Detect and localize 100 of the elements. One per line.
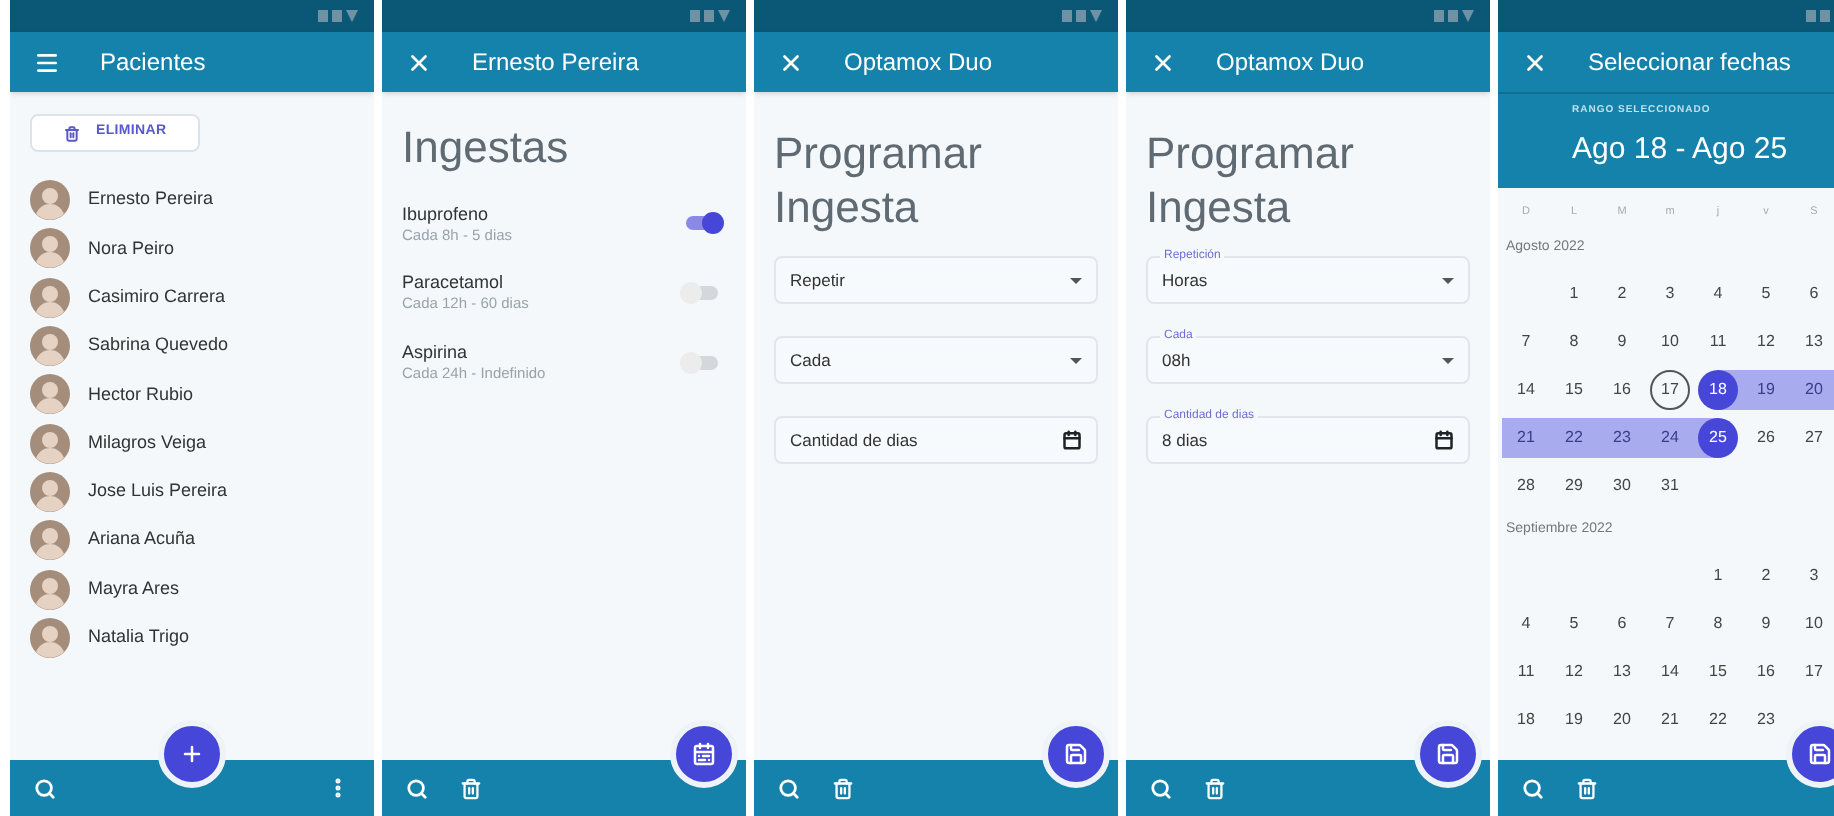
calendar-day[interactable]: 22 (1556, 420, 1592, 456)
patient-item[interactable]: Ariana Acuña (30, 520, 354, 561)
patient-item[interactable]: Ernesto Pereira (30, 180, 354, 221)
dropdown-caret-icon (1070, 357, 1082, 363)
calendar-day[interactable]: 10 (1652, 324, 1688, 360)
plus-icon (180, 742, 204, 766)
save-button[interactable] (1042, 720, 1110, 788)
calendar-day[interactable]: 1 (1556, 276, 1592, 312)
delete-button[interactable] (460, 777, 482, 799)
close-button[interactable] (778, 49, 804, 75)
calendar-day[interactable]: 22 (1700, 702, 1736, 738)
calendar-day[interactable]: 11 (1508, 654, 1544, 690)
calendar-day[interactable]: 26 (1748, 420, 1784, 456)
calendar-day[interactable]: 14 (1652, 654, 1688, 690)
calendar-day[interactable]: 23 (1748, 702, 1784, 738)
calendar-day[interactable]: 13 (1796, 324, 1832, 360)
calendar-day[interactable]: 16 (1748, 654, 1784, 690)
calendar-day[interactable]: 21 (1652, 702, 1688, 738)
delete-button[interactable] (1576, 777, 1598, 799)
avatar-icon (30, 520, 70, 561)
toggle-switch[interactable] (686, 216, 718, 231)
calendar-day[interactable]: 20 (1604, 702, 1640, 738)
calendar-day[interactable]: 17 (1650, 370, 1690, 410)
calendar-day[interactable]: 12 (1556, 654, 1592, 690)
calendar-day[interactable]: 8 (1700, 606, 1736, 642)
calendar-day[interactable]: 1 (1700, 558, 1736, 594)
search-button[interactable] (1522, 777, 1544, 799)
calendar-day[interactable]: 18 (1698, 370, 1738, 410)
calendar-day[interactable]: 4 (1508, 606, 1544, 642)
calendar-day[interactable]: 29 (1556, 468, 1592, 504)
schedule-button[interactable] (670, 720, 738, 788)
calendar-day[interactable]: 10 (1796, 606, 1832, 642)
status-icons-drawing (318, 10, 358, 22)
calendar-day[interactable]: 16 (1604, 372, 1640, 408)
calendar-day[interactable]: 18 (1508, 702, 1544, 738)
patient-item[interactable]: Jose Luis Pereira (30, 471, 354, 513)
calendar-icon (1434, 430, 1454, 450)
calendar-day[interactable]: 9 (1748, 606, 1784, 642)
calendar-day[interactable]: 6 (1796, 276, 1832, 312)
close-button[interactable] (1150, 49, 1176, 75)
calendar-day[interactable]: 27 (1796, 420, 1832, 456)
close-button[interactable] (1522, 49, 1548, 75)
search-button[interactable] (1150, 777, 1172, 799)
calendar-day[interactable]: 4 (1700, 276, 1736, 312)
patient-item[interactable]: Casimiro Carrera (30, 277, 354, 318)
avatar-icon (30, 423, 70, 464)
patient-item[interactable]: Mayra Ares (30, 568, 354, 610)
calendar-day[interactable]: 5 (1748, 276, 1784, 312)
calendar-day[interactable]: 23 (1604, 420, 1640, 456)
calendar-day[interactable]: 19 (1556, 702, 1592, 738)
selected-range: Ago 18 - Ago 25 (1572, 129, 1790, 169)
delete-button[interactable] (832, 777, 854, 799)
calendar-day[interactable]: 28 (1508, 468, 1544, 504)
save-icon (1064, 742, 1088, 766)
calendar-day[interactable]: 24 (1652, 420, 1688, 456)
status-icons-drawing (690, 10, 730, 22)
calendar-day[interactable]: 11 (1700, 324, 1736, 360)
patient-item[interactable]: Natalia Trigo (30, 617, 354, 658)
search-button[interactable] (34, 777, 56, 799)
delete-button[interactable] (1204, 777, 1226, 799)
calendar-day[interactable]: 3 (1796, 558, 1832, 594)
search-button[interactable] (406, 777, 428, 799)
calendar-day[interactable]: 5 (1556, 606, 1592, 642)
close-button[interactable] (406, 49, 432, 75)
calendar-day[interactable]: 15 (1556, 372, 1592, 408)
calendar-day[interactable]: 13 (1604, 654, 1640, 690)
calendar-day[interactable]: 14 (1508, 372, 1544, 408)
calendar-day[interactable]: 17 (1796, 654, 1832, 690)
calendar-day[interactable]: 2 (1604, 276, 1640, 312)
add-button[interactable] (158, 720, 226, 788)
calendar-day[interactable]: 21 (1508, 420, 1544, 456)
calendar-day[interactable]: 31 (1652, 468, 1688, 504)
calendar-day[interactable]: 25 (1698, 418, 1738, 458)
calendar-day[interactable]: 19 (1748, 372, 1784, 408)
avatar-icon (30, 228, 70, 269)
status-icons-drawing (1434, 10, 1474, 22)
calendar-day[interactable]: 2 (1748, 558, 1784, 594)
save-button[interactable] (1414, 720, 1482, 788)
calendar-day[interactable]: 6 (1604, 606, 1640, 642)
search-button[interactable] (778, 777, 800, 799)
calendar-day[interactable]: 7 (1652, 606, 1688, 642)
calendar-day[interactable]: 15 (1700, 654, 1736, 690)
screen-title: Optamox Duo (844, 46, 993, 80)
calendar-day[interactable]: 7 (1508, 324, 1544, 360)
patient-item[interactable]: Sabrina Quevedo (30, 325, 354, 367)
calendar-day[interactable]: 9 (1604, 324, 1640, 360)
calendar-day[interactable]: 8 (1556, 324, 1592, 360)
avatar-icon (30, 569, 70, 610)
patient-item[interactable]: Hector Rubio (30, 374, 354, 415)
toggle-switch[interactable] (686, 285, 718, 300)
save-button[interactable] (1786, 720, 1834, 788)
calendar-day[interactable]: 30 (1604, 468, 1640, 504)
calendar-day[interactable]: 20 (1796, 372, 1832, 408)
patient-item[interactable]: Milagros Veiga (30, 422, 354, 464)
calendar-day[interactable]: 3 (1652, 276, 1688, 312)
menu-button[interactable] (34, 49, 60, 75)
status-icons-drawing (1806, 10, 1834, 22)
toggle-switch[interactable] (686, 355, 718, 370)
patient-item[interactable]: Nora Peiro (30, 228, 354, 270)
calendar-day[interactable]: 12 (1748, 324, 1784, 360)
